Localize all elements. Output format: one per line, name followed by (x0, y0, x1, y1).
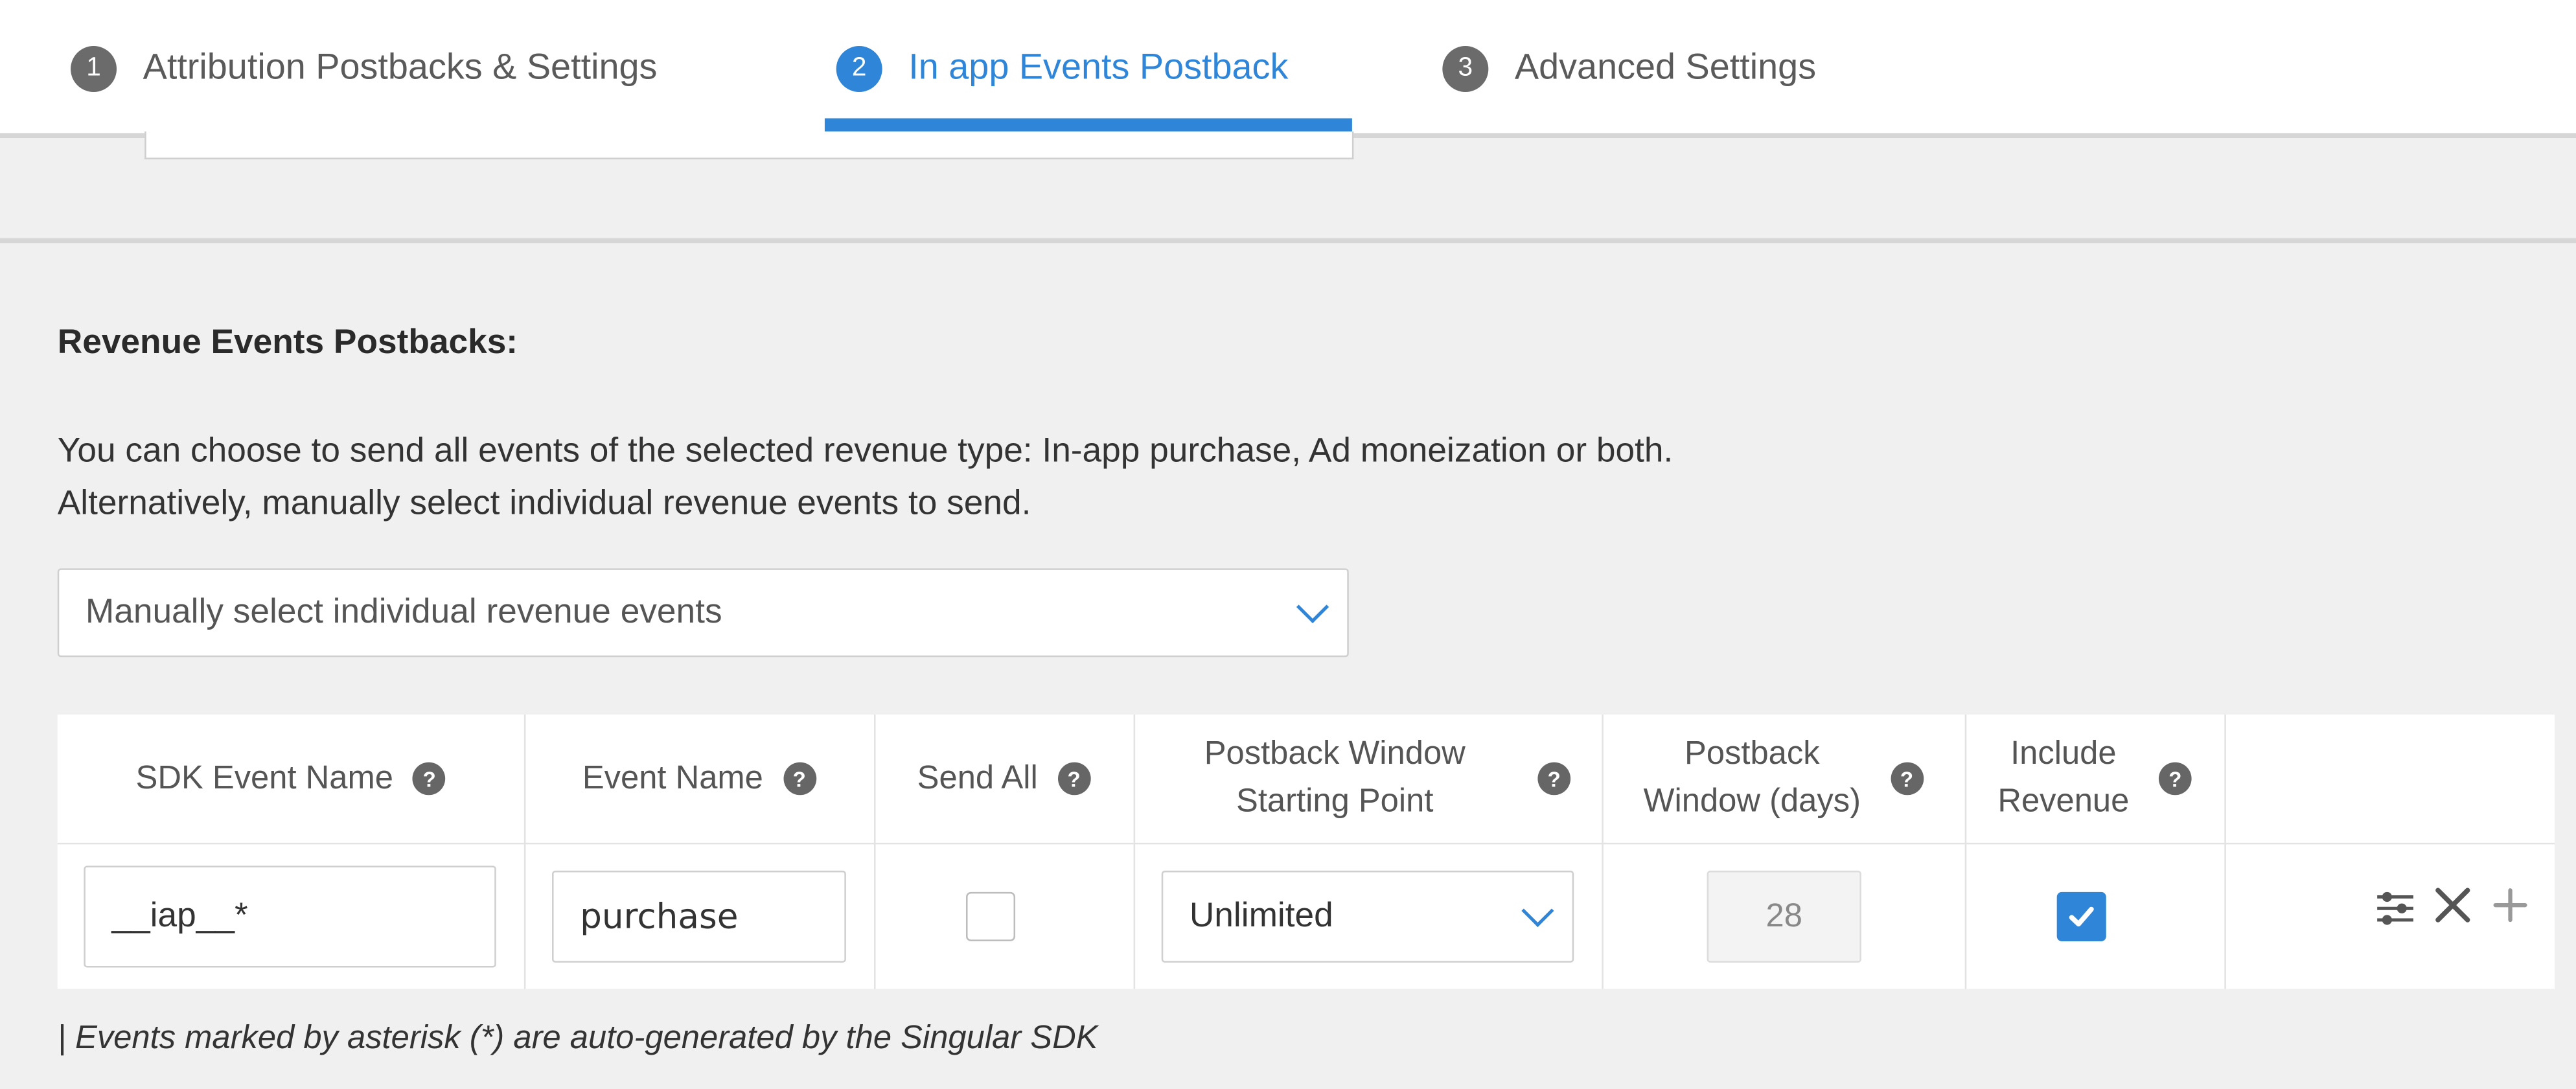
postback-window-days-input: 28 (1707, 870, 1861, 963)
tab-attribution-postbacks[interactable]: 1 Attribution Postbacks & Settings (71, 0, 657, 138)
header-label: Postback Window (days) (1644, 731, 1861, 826)
revenue-mode-select[interactable]: Manually select individual revenue event… (57, 568, 1349, 658)
remove-row-icon[interactable] (2433, 884, 2472, 936)
event-name-value: purchase (580, 897, 739, 937)
header-label-line-2: Revenue (1997, 783, 2130, 820)
header-label: Send All (917, 759, 1038, 796)
step-number-1: 1 (71, 45, 117, 92)
header-label: Include Revenue (1997, 731, 2129, 826)
sdk-event-name-input[interactable]: __iap__* (84, 865, 496, 968)
step-number-3: 3 (1442, 45, 1489, 92)
header-label-line-1: Postback (1685, 735, 1820, 772)
section-divider (0, 238, 2576, 244)
checkmark-icon (2069, 906, 2094, 927)
header-postback-window-days: Postback Window (days) ? (1602, 715, 1964, 843)
chevron-down-icon (1521, 894, 1554, 928)
postback-window-start-value: Unlimited (1189, 897, 1333, 935)
header-label: Postback Window Starting Point (1204, 731, 1466, 826)
postback-window-start-select[interactable]: Unlimited (1161, 870, 1574, 963)
step-number-2: 2 (836, 45, 882, 92)
header-label-line-1: Include (2010, 735, 2117, 772)
close-icon (2435, 888, 2470, 923)
header-sdk-event-name: SDK Event Name ? (58, 715, 524, 843)
row-settings-icon[interactable] (2374, 887, 2417, 941)
revenue-events-table: SDK Event Name ? Event Name ? Send All ?… (57, 715, 2555, 989)
header-label-line-2: Starting Point (1236, 783, 1434, 820)
help-icon[interactable]: ? (1537, 762, 1571, 796)
header-send-all: Send All ? (874, 715, 1134, 843)
include-revenue-checkbox[interactable] (2056, 891, 2106, 941)
help-icon[interactable]: ? (1890, 762, 1924, 796)
wizard-tabs: 1 Attribution Postbacks & Settings 2 In … (0, 0, 2576, 138)
tab-in-app-events[interactable]: 2 In app Events Postback (836, 0, 1289, 138)
header-label: SDK Event Name (135, 759, 393, 796)
tab-advanced-settings[interactable]: 3 Advanced Settings (1442, 0, 1816, 138)
header-include-revenue: Include Revenue ? (1965, 715, 2225, 843)
help-icon[interactable]: ? (1057, 762, 1090, 796)
column-divider (2224, 715, 2226, 989)
send-all-checkbox[interactable] (965, 891, 1016, 941)
add-row-icon[interactable] (2490, 884, 2530, 936)
description-line-2: Alternatively, manually select individua… (57, 485, 1031, 523)
tab-label: Advanced Settings (1514, 45, 1817, 87)
help-icon[interactable]: ? (783, 762, 816, 796)
section-description: You can choose to send all events of the… (58, 426, 1673, 531)
postback-window-days-value: 28 (1765, 897, 1802, 934)
event-name-input[interactable]: purchase (551, 870, 846, 963)
header-divider (57, 842, 2555, 845)
help-icon[interactable]: ? (413, 762, 446, 796)
section-title: Revenue Events Postbacks: (57, 323, 518, 361)
help-icon[interactable]: ? (2158, 762, 2192, 796)
header-label: Event Name (582, 759, 763, 796)
tab-label: In app Events Postback (908, 45, 1289, 87)
plus-icon (2493, 888, 2527, 923)
header-event-name: Event Name ? (524, 715, 874, 843)
sliders-icon (2377, 891, 2413, 925)
tab-label: Attribution Postbacks & Settings (143, 45, 658, 87)
header-label-line-1: Postback Window (1204, 735, 1466, 772)
revenue-mode-value: Manually select individual revenue event… (85, 593, 722, 631)
chevron-down-icon (1296, 590, 1329, 624)
asterisk-footnote: | Events marked by asterisk (*) are auto… (57, 1020, 1098, 1057)
header-label-line-2: Window (days) (1643, 783, 1861, 820)
description-line-1: You can choose to send all events of the… (57, 431, 1673, 470)
sdk-event-name-value: __iap__* (111, 897, 248, 935)
partial-field (144, 131, 1354, 159)
header-postback-window-start: Postback Window Starting Point ? (1134, 715, 1602, 843)
